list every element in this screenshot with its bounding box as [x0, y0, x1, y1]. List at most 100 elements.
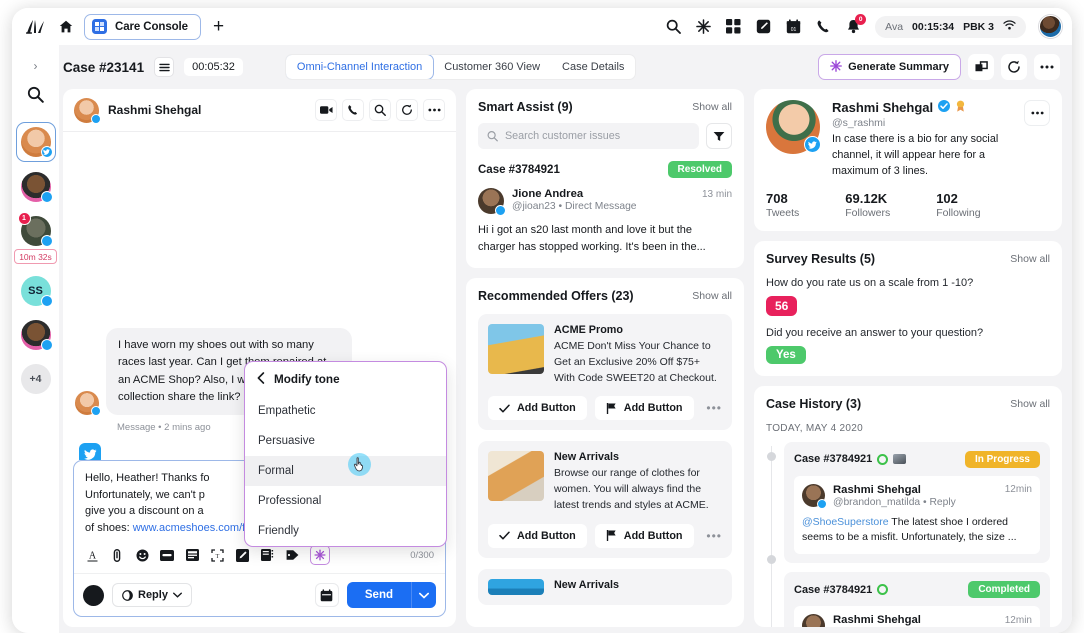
offer-content: New Arrivals: [488, 578, 722, 595]
tab-omni-channel-interaction[interactable]: Omni-Channel Interaction: [285, 55, 435, 79]
tone-option-persuasive[interactable]: Persuasive: [245, 426, 446, 456]
video-icon[interactable]: [315, 99, 337, 121]
gif-icon[interactable]: [160, 548, 174, 562]
calendar-icon[interactable]: [314, 583, 339, 607]
smart-assist-case-number: Case #3784921: [478, 163, 560, 176]
case-history-panel: Case History (3) Show all TODAY, MAY 4 2…: [754, 385, 1062, 627]
knowledge-icon[interactable]: [260, 548, 274, 562]
conversation-header: Rashmi Shehgal: [63, 89, 456, 132]
template-icon[interactable]: [185, 548, 199, 562]
rail-conversation-2[interactable]: [20, 172, 53, 203]
contact-avatar: [74, 97, 101, 124]
profile-more-icon[interactable]: [1024, 100, 1050, 126]
offer-add-button-1[interactable]: Add Button: [488, 523, 587, 548]
signature-icon[interactable]: [235, 548, 249, 562]
send-options-button[interactable]: [411, 582, 436, 608]
ai-sparkle-icon[interactable]: [310, 545, 330, 565]
avatar: [478, 188, 506, 216]
conversation-tools: [315, 99, 445, 121]
tab-care-console[interactable]: Care Console: [84, 13, 201, 40]
tab-customer-360-view[interactable]: Customer 360 View: [433, 55, 551, 79]
history-show-all[interactable]: Show all: [1010, 398, 1050, 410]
tone-option-empathetic[interactable]: Empathetic: [245, 396, 446, 426]
survey-question-1: How do you rate us on a scale from 1 -10…: [766, 276, 974, 289]
phone-icon[interactable]: [342, 99, 364, 121]
composer-footer: Reply Send: [74, 573, 445, 616]
offer-content: ACME Promo ACME Don't Miss Your Chance t…: [488, 324, 722, 386]
rail-conversation-3[interactable]: 1: [17, 212, 53, 247]
offer-more-icon[interactable]: •••: [706, 529, 722, 543]
search-input[interactable]: [504, 130, 690, 142]
tone-option-friendly[interactable]: Friendly: [245, 516, 446, 546]
search-icon[interactable]: [665, 18, 682, 35]
refresh-icon[interactable]: [1001, 54, 1027, 80]
wifi-icon: [1003, 20, 1016, 33]
page-title: Case #23141: [63, 59, 145, 75]
offers-show-all[interactable]: Show all: [692, 290, 732, 302]
refresh-icon[interactable]: [396, 99, 418, 121]
modify-tone-menu[interactable]: Modify tone Empathetic Persuasive Formal…: [244, 361, 447, 547]
list-icon[interactable]: [154, 57, 175, 77]
home-icon[interactable]: [56, 20, 76, 33]
attachment-icon[interactable]: [110, 548, 124, 562]
rail-expand-button[interactable]: ›: [34, 55, 38, 77]
text-format-icon[interactable]: A: [85, 548, 99, 562]
add-tab-button[interactable]: +: [213, 17, 224, 36]
emoji-icon[interactable]: [135, 548, 149, 562]
more-icon[interactable]: [423, 99, 445, 121]
agent-status-pill[interactable]: Ava 00:15:34 PBK 3: [875, 15, 1026, 38]
history-entry-1[interactable]: Case #3784921 In Progress Rashmi Shehgal…: [784, 441, 1050, 564]
rail-conversation-4[interactable]: SS: [20, 276, 53, 307]
tone-option-formal[interactable]: Formal: [245, 456, 446, 486]
tag-icon[interactable]: [285, 548, 299, 562]
stat-following: 102 Following: [936, 191, 980, 219]
stat-label: Tweets: [766, 206, 800, 219]
offer-add-button-2[interactable]: Add Button: [594, 523, 694, 548]
survey-show-all[interactable]: Show all: [1010, 253, 1050, 265]
rail-conversation-5[interactable]: [20, 320, 53, 351]
offer-add-button-1[interactable]: Add Button: [488, 396, 587, 421]
twitter-badge-icon: [91, 113, 101, 124]
avatar: [802, 614, 825, 627]
status-badge: Resolved: [667, 161, 732, 178]
user-avatar[interactable]: [1039, 15, 1062, 38]
grid-icon[interactable]: [725, 18, 742, 35]
phone-icon[interactable]: [815, 18, 832, 35]
offer-name: New Arrivals: [554, 451, 620, 464]
history-date: TODAY, MAY 4 2020: [766, 422, 864, 434]
sparkle-icon[interactable]: [695, 18, 712, 35]
generate-summary-button[interactable]: Generate Summary: [818, 54, 961, 80]
rail-conversation-1[interactable]: [15, 122, 56, 162]
offer-add-button-2[interactable]: Add Button: [594, 396, 694, 421]
composer-line-4-prefix: of shoes:: [85, 521, 133, 534]
composer-line-2: Unfortunately, we can't p: [85, 488, 205, 501]
send-button[interactable]: Send: [346, 582, 411, 608]
filter-icon[interactable]: [706, 123, 732, 149]
tab-case-details[interactable]: Case Details: [551, 55, 635, 79]
tone-option-professional[interactable]: Professional: [245, 486, 446, 516]
history-entry-2[interactable]: Case #3784921 Completed Rashmi Shehgal 1…: [784, 572, 1050, 627]
channel-badge-icon: [40, 339, 53, 351]
contact-name: Rashmi Shehgal: [108, 103, 202, 117]
search-icon[interactable]: [369, 99, 391, 121]
twitter-badge-icon: [40, 146, 53, 158]
rail-search-icon[interactable]: [27, 86, 44, 108]
compose-icon[interactable]: [755, 18, 772, 35]
rail-overflow-button[interactable]: +4: [20, 364, 51, 394]
chevron-left-icon[interactable]: [257, 372, 265, 387]
bell-icon[interactable]: 0: [845, 14, 867, 35]
copy-icon[interactable]: [968, 54, 994, 80]
more-icon[interactable]: [1034, 54, 1060, 80]
screenshot-icon[interactable]: T: [210, 548, 224, 562]
mention-link[interactable]: @ShoeSuperstore: [802, 516, 889, 528]
columns: Rashmi Shehgal I have worn my shoes out …: [59, 89, 1072, 633]
author-handle: @jioan23 • Direct Message: [512, 201, 637, 212]
channel-selector-button[interactable]: [83, 584, 104, 606]
svg-text:01: 01: [791, 27, 797, 33]
offer-more-icon[interactable]: •••: [706, 401, 722, 415]
search-input-wrapper[interactable]: [478, 123, 699, 149]
calendar-icon[interactable]: 01: [785, 18, 802, 35]
reply-mode-button[interactable]: Reply: [112, 583, 192, 607]
channel-badge-icon: [40, 191, 53, 203]
smart-assist-show-all[interactable]: Show all: [692, 101, 732, 113]
